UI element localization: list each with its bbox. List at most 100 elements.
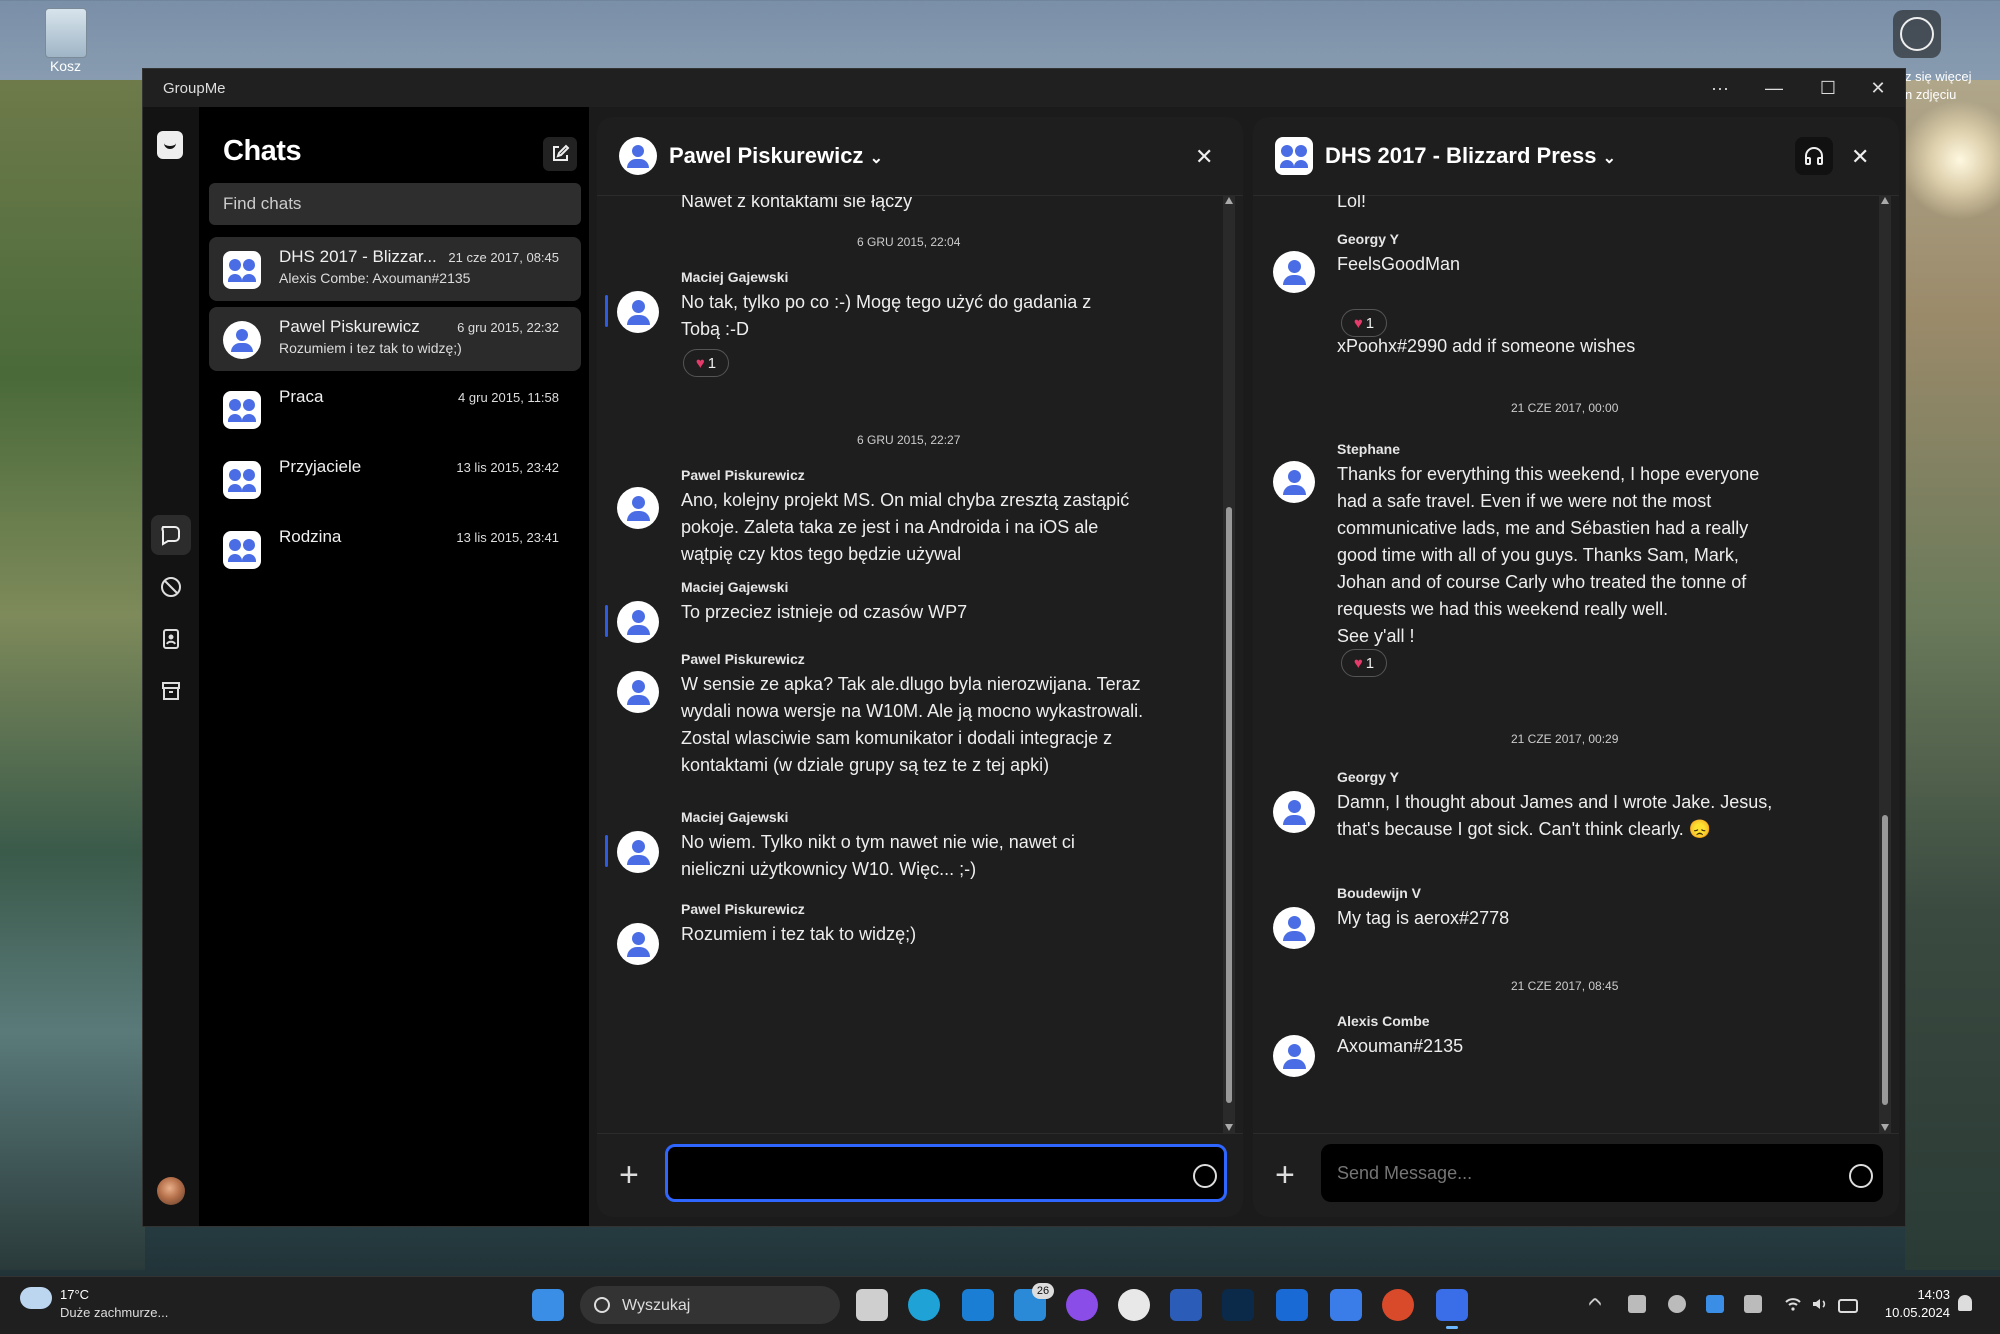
groupme-logo-icon[interactable]: [157, 131, 183, 159]
edge-browser-icon[interactable]: [908, 1289, 940, 1321]
reaction-pill[interactable]: ♥ 1: [683, 349, 729, 377]
add-attachment-button[interactable]: +: [619, 1158, 639, 1192]
message-author: Boudewijn V: [1337, 885, 1421, 901]
conversation-title[interactable]: Pawel Piskurewicz ⌄: [669, 143, 883, 169]
own-message-marker: [605, 605, 608, 637]
tray-chevron-up-icon[interactable]: [1587, 1296, 1603, 1312]
close-window-button[interactable]: ✕: [1851, 69, 1905, 107]
date-divider: 21 CZE 2017, 00:00: [1511, 401, 1619, 415]
scrollbar[interactable]: [1223, 195, 1235, 1133]
compose-icon: [553, 144, 570, 161]
chat-list-item-przyjaciele[interactable]: Przyjaciele 13 lis 2015, 23:42: [209, 447, 581, 511]
minimize-button[interactable]: —: [1747, 69, 1801, 107]
message-author: Pawel Piskurewicz: [681, 467, 805, 483]
scroll-up-arrow[interactable]: [1225, 197, 1233, 204]
message-author: Maciej Gajewski: [681, 579, 789, 595]
message-text: No tak, tylko po co :-) Mogę tego użyć d…: [681, 292, 1092, 339]
recycle-bin-desktop-icon[interactable]: Kosz: [38, 8, 93, 74]
scrollbar-thumb[interactable]: [1882, 815, 1888, 1105]
add-attachment-button[interactable]: +: [1275, 1158, 1295, 1192]
chat-list-item-rodzina[interactable]: Rodzina 13 lis 2015, 23:41: [209, 517, 581, 581]
author-avatar: [1273, 907, 1315, 949]
recycle-bin-icon: [44, 8, 87, 58]
weather-temperature[interactable]: 17°C: [60, 1287, 89, 1302]
chat-list-item-praca[interactable]: Praca 4 gru 2015, 11:58: [209, 377, 581, 441]
store-icon[interactable]: 26: [1014, 1283, 1054, 1321]
notification-bell-icon[interactable]: [1958, 1295, 1972, 1311]
chat-name: Pawel Piskurewicz: [279, 317, 420, 336]
scrollbar[interactable]: [1879, 195, 1891, 1133]
wifi-icon[interactable]: [1784, 1295, 1802, 1313]
contacts-icon: [163, 629, 179, 649]
camera-icon: [1900, 17, 1934, 51]
conversation-pane-dhs: DHS 2017 - Blizzard Press ⌄ ✕ Lol! Georg…: [1253, 117, 1899, 1217]
system-clock[interactable]: 14:03 10.05.2024: [1870, 1286, 1950, 1322]
messenger-icon[interactable]: [1066, 1289, 1098, 1321]
wallpaper-left: [0, 80, 145, 1270]
heart-icon: ♥: [1353, 654, 1363, 672]
blocked-nav-button[interactable]: [151, 567, 191, 607]
close-conversation-button[interactable]: ✕: [1851, 144, 1869, 170]
taskbar-search[interactable]: Wyszukaj: [580, 1286, 840, 1324]
trello-icon[interactable]: [1276, 1289, 1308, 1321]
onedrive-icon[interactable]: [1668, 1295, 1686, 1313]
slack-icon[interactable]: [1118, 1289, 1150, 1321]
chat-time: 13 lis 2015, 23:41: [456, 530, 559, 545]
chat-time: 4 gru 2015, 11:58: [458, 390, 559, 405]
word-icon[interactable]: [1170, 1289, 1202, 1321]
outlook-icon[interactable]: [962, 1289, 994, 1321]
scroll-up-arrow[interactable]: [1881, 197, 1889, 204]
maximize-button[interactable]: ☐: [1801, 69, 1855, 107]
powerpoint-icon[interactable]: [1382, 1289, 1414, 1321]
archive-nav-button[interactable]: [151, 671, 191, 711]
message-text: FeelsGoodMan: [1337, 254, 1461, 274]
author-avatar: [617, 601, 659, 643]
groupme-taskbar-icon[interactable]: [1436, 1289, 1468, 1329]
close-conversation-button[interactable]: ✕: [1195, 144, 1213, 170]
message-input[interactable]: [665, 1144, 1227, 1202]
learn-more-desktop-icon[interactable]: [1893, 10, 1941, 58]
find-chats-input[interactable]: [209, 183, 581, 225]
message-list[interactable]: Lol! Georgy Y FeelsGoodMan ♥ 1 xPoohx#299…: [1253, 195, 1899, 1133]
conversation-title[interactable]: DHS 2017 - Blizzard Press ⌄: [1325, 143, 1616, 169]
battery-icon[interactable]: [1838, 1299, 1858, 1313]
scrollbar-thumb[interactable]: [1226, 507, 1232, 1103]
author-avatar: [617, 923, 659, 965]
weather-cloud-icon[interactable]: [20, 1287, 52, 1309]
author-avatar: [1273, 251, 1315, 293]
chat-time: 21 cze 2017, 08:45: [448, 250, 559, 265]
group-avatar-icon: [223, 391, 261, 429]
chat-list-item-pawel[interactable]: Pawel Piskurewicz 6 gru 2015, 22:32 Rozu…: [209, 307, 581, 371]
profile-avatar[interactable]: [157, 1177, 185, 1205]
more-options-button[interactable]: ···: [1693, 69, 1747, 107]
emoji-button[interactable]: [1849, 1164, 1873, 1188]
translator-icon[interactable]: [1330, 1289, 1362, 1321]
keyboard-icon[interactable]: [1744, 1295, 1762, 1313]
group-avatar-icon: [1275, 137, 1313, 175]
message-input[interactable]: [1321, 1144, 1883, 1202]
chat-list-item-dhs[interactable]: DHS 2017 - Blizzar... 21 cze 2017, 08:45…: [209, 237, 581, 301]
call-button[interactable]: [1795, 137, 1833, 175]
reaction-pill[interactable]: ♥ 1: [1341, 649, 1387, 677]
scroll-down-arrow[interactable]: [1881, 1124, 1889, 1131]
author-avatar: [617, 831, 659, 873]
tray-app-icon[interactable]: [1706, 1295, 1724, 1313]
start-windows-icon[interactable]: [532, 1289, 564, 1321]
new-chat-button[interactable]: [543, 137, 577, 171]
title-bar[interactable]: GroupMe ··· — ☐ ✕: [143, 69, 1905, 107]
photoshop-icon[interactable]: [1222, 1289, 1254, 1321]
scroll-down-arrow[interactable]: [1225, 1124, 1233, 1131]
weather-description[interactable]: Duże zachmurze...: [60, 1305, 168, 1320]
tray-slack-icon[interactable]: [1628, 1295, 1646, 1313]
emoji-button[interactable]: [1193, 1164, 1217, 1188]
own-message-marker: [605, 295, 608, 327]
date-divider: 21 CZE 2017, 00:29: [1511, 732, 1619, 746]
task-view-icon[interactable]: [856, 1289, 888, 1321]
block-icon: [161, 577, 181, 597]
user-avatar-icon: [619, 137, 657, 175]
contacts-nav-button[interactable]: [151, 619, 191, 659]
message-list[interactable]: Nawet z kontaktami sie łączy 6 GRU 2015,…: [597, 195, 1243, 1133]
volume-icon[interactable]: [1810, 1295, 1828, 1313]
chats-nav-button[interactable]: [151, 515, 191, 555]
nav-rail: [143, 107, 199, 1226]
